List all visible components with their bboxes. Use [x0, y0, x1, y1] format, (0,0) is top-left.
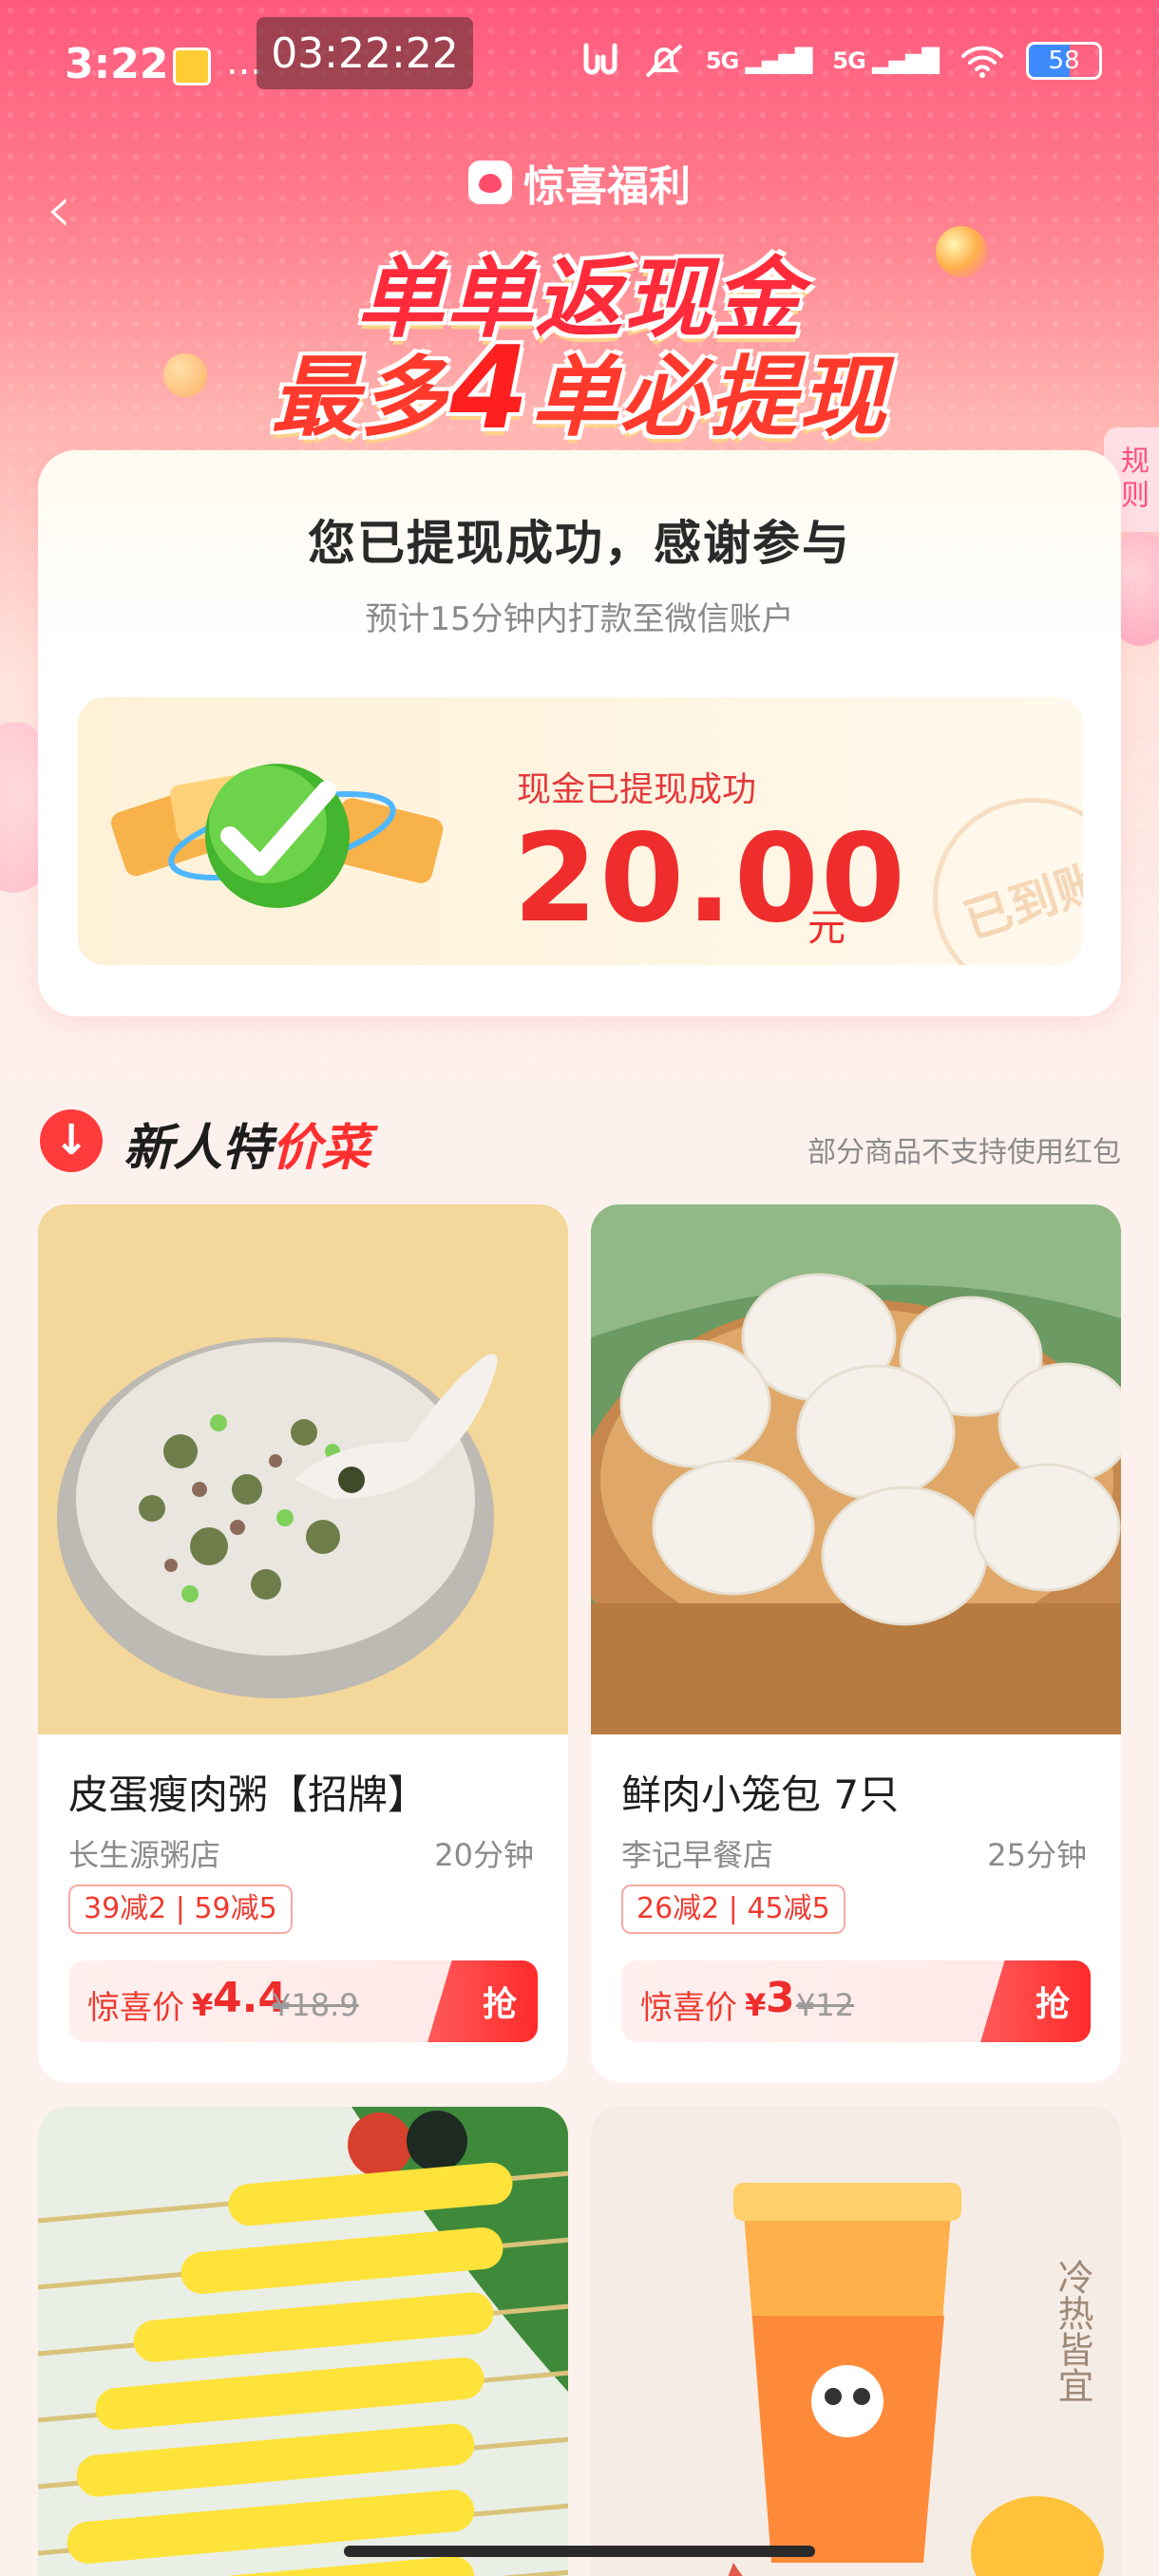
grab-button[interactable]: 抢	[428, 1960, 538, 2042]
product-card[interactable]: 冷热皆宜	[591, 2107, 1121, 2576]
earbuds-icon	[583, 43, 618, 75]
product-card[interactable]: 皮蛋瘦肉粥【招牌】 长生源粥店 20分钟 39减2 | 59减5 惊喜价 ¥ 4…	[38, 1204, 568, 2082]
success-subtitle: 预计15分钟内打款至微信账户	[365, 600, 794, 638]
headline-number: 4	[449, 323, 531, 455]
section-note: 部分商品不支持使用红包	[808, 1136, 1121, 1169]
cash-label: 现金已提现成功	[517, 770, 757, 809]
headline-prefix: 最多	[271, 347, 450, 448]
price-value: 3	[766, 1974, 795, 2022]
delivery-time: 20分钟	[434, 1837, 534, 1873]
cash-result-box: 现金已提现成功 20.00 元 已到账	[78, 697, 1083, 965]
product-image-caption: 冷热皆宜	[1052, 2259, 1093, 2403]
price-currency: ¥	[192, 1987, 214, 2023]
brand-bag-icon	[468, 161, 512, 204]
section-header: ↓ 新人特价菜 部分商品不支持使用红包	[38, 1102, 1121, 1178]
cash-unit: 元	[808, 906, 846, 950]
shop-name[interactable]: 李记早餐店	[621, 1831, 773, 1875]
status-bar: 3:22 ... 03:22:22 5G ▂▄▆█ 5G ▂▄▆█ 58	[0, 0, 1159, 128]
headline-suffix: 单必提现	[530, 347, 888, 448]
price-bar: 惊喜价 ¥ 4.4 ¥18.9 抢	[68, 1960, 538, 2042]
battery-icon: 58	[1026, 42, 1102, 80]
status-icons: 5G ▂▄▆█ 5G ▂▄▆█ 58	[579, 42, 1102, 80]
withdraw-success-card: 您已提现成功，感谢参与 预计15分钟内打款至微信账户 现金已提现成功 20.00…	[38, 450, 1121, 1016]
price-original: ¥12	[796, 1987, 855, 2023]
section-title: 新人特价菜	[124, 1120, 371, 1177]
shop-name[interactable]: 长生源粥店	[68, 1831, 220, 1875]
price-bar: 惊喜价 ¥ 3 ¥12 抢	[621, 1960, 1091, 2042]
delivery-time: 25分钟	[987, 1837, 1087, 1873]
success-title: 您已提现成功，感谢参与	[308, 516, 851, 571]
received-stamp: 已到账	[906, 771, 1083, 965]
price-down-icon: ↓	[40, 1109, 103, 1172]
product-name: 鲜肉小笼包 7只	[621, 1771, 900, 1818]
headline-line-2: 最多4单必提现	[0, 323, 1159, 455]
price-original: ¥18.9	[272, 1987, 359, 2023]
signal-5g-2-icon: 5G ▂▄▆█	[832, 47, 940, 74]
product-card[interactable]	[38, 2107, 568, 2576]
price-label: 惊喜价	[87, 1989, 184, 2027]
home-indicator[interactable]	[344, 2546, 815, 2557]
screen-recording-timer[interactable]: 03:22:22	[256, 17, 473, 89]
signal-5g-1-icon: 5G ▂▄▆█	[705, 47, 813, 74]
wifi-icon	[961, 46, 1003, 78]
discount-tag: 26减2 | 45减5	[621, 1885, 846, 1934]
status-time: 3:22	[65, 40, 169, 88]
grab-button[interactable]: 抢	[980, 1960, 1091, 2042]
cash-check-icon	[110, 764, 444, 908]
cash-amount: 20.00	[513, 808, 907, 950]
brand-label: 惊喜福利	[523, 162, 691, 211]
product-card[interactable]: 鲜肉小笼包 7只 李记早餐店 25分钟 26减2 | 45减5 惊喜价 ¥ 3 …	[591, 1204, 1121, 2082]
price-currency: ¥	[745, 1987, 767, 2023]
product-image-porridge	[38, 1204, 568, 1734]
brand-title: 惊喜福利	[0, 152, 1159, 213]
product-name: 皮蛋瘦肉粥【招牌】	[68, 1771, 428, 1818]
product-image-corn-skewers	[38, 2107, 568, 2576]
price-label: 惊喜价	[640, 1989, 737, 2027]
gallery-notification-icon	[173, 47, 211, 85]
mute-icon	[645, 44, 683, 78]
product-image-buns	[591, 1204, 1121, 1734]
discount-tag: 39减2 | 59减5	[68, 1885, 293, 1934]
